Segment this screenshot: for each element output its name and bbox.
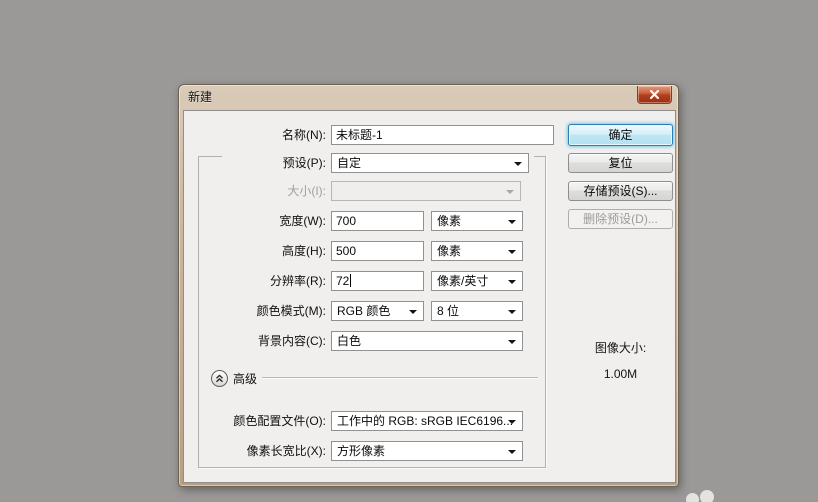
pixel-aspect-select[interactable]: 方形像素 — [331, 441, 523, 461]
advanced-separator — [262, 377, 538, 379]
advanced-toggle-button[interactable] — [211, 370, 228, 387]
name-input[interactable]: 未标题-1 — [331, 125, 554, 145]
save-preset-button[interactable]: 存储预设(S)... — [568, 181, 673, 201]
watermark-dot — [686, 493, 699, 502]
color-mode-label: 颜色模式(M): — [184, 301, 326, 321]
watermark-dot — [700, 490, 714, 502]
delete-preset-button: 删除预设(D)... — [568, 209, 673, 229]
desktop-background: 新建 名称(N): 未标题-1 预设(P): 自定 大小(I): — [0, 0, 818, 502]
resolution-input[interactable]: 72 — [331, 271, 424, 291]
background-contents-label: 背景内容(C): — [184, 331, 326, 351]
name-label: 名称(N): — [184, 125, 326, 145]
color-mode-select[interactable]: RGB 颜色 — [331, 301, 424, 321]
close-button[interactable] — [637, 86, 672, 104]
new-document-dialog: 新建 名称(N): 未标题-1 预设(P): 自定 大小(I): — [178, 84, 679, 487]
pixel-aspect-label: 像素长宽比(X): — [184, 441, 326, 461]
dropdown-arrow-icon — [508, 220, 516, 224]
reset-button[interactable]: 复位 — [568, 153, 673, 173]
dropdown-arrow-icon — [514, 162, 522, 166]
dropdown-arrow-icon — [508, 280, 516, 284]
color-profile-select[interactable]: 工作中的 RGB: sRGB IEC6196... — [331, 411, 523, 431]
height-unit-select[interactable]: 像素 — [431, 241, 523, 261]
resolution-label: 分辨率(R): — [184, 271, 326, 291]
bit-depth-select[interactable]: 8 位 — [431, 301, 523, 321]
close-icon — [650, 83, 659, 107]
size-label: 大小(I): — [184, 181, 326, 201]
dropdown-arrow-icon — [508, 310, 516, 314]
image-size-label: 图像大小: — [568, 339, 673, 356]
color-profile-label: 颜色配置文件(O): — [184, 411, 326, 431]
window-title: 新建 — [188, 90, 212, 104]
width-label: 宽度(W): — [184, 211, 326, 231]
advanced-label: 高级 — [233, 369, 257, 389]
title-bar[interactable]: 新建 — [179, 85, 678, 110]
dropdown-arrow-icon — [508, 420, 516, 424]
width-input[interactable]: 700 — [331, 211, 424, 231]
ok-button[interactable]: 确定 — [568, 124, 673, 146]
size-select — [331, 181, 521, 201]
dropdown-arrow-icon — [508, 450, 516, 454]
preset-label: 预设(P): — [184, 153, 326, 173]
height-input[interactable]: 500 — [331, 241, 424, 261]
dropdown-arrow-icon — [506, 190, 514, 194]
double-chevron-up-icon — [214, 373, 225, 384]
preset-select[interactable]: 自定 — [331, 153, 529, 173]
resolution-unit-select[interactable]: 像素/英寸 — [431, 271, 523, 291]
text-caret — [350, 274, 351, 287]
dropdown-arrow-icon — [409, 310, 417, 314]
dialog-body: 名称(N): 未标题-1 预设(P): 自定 大小(I): 宽度(W): 700 — [183, 110, 676, 483]
height-label: 高度(H): — [184, 241, 326, 261]
dropdown-arrow-icon — [508, 250, 516, 254]
image-size-value: 1.00M — [568, 367, 673, 381]
width-unit-select[interactable]: 像素 — [431, 211, 523, 231]
dropdown-arrow-icon — [508, 340, 516, 344]
background-contents-select[interactable]: 白色 — [331, 331, 523, 351]
